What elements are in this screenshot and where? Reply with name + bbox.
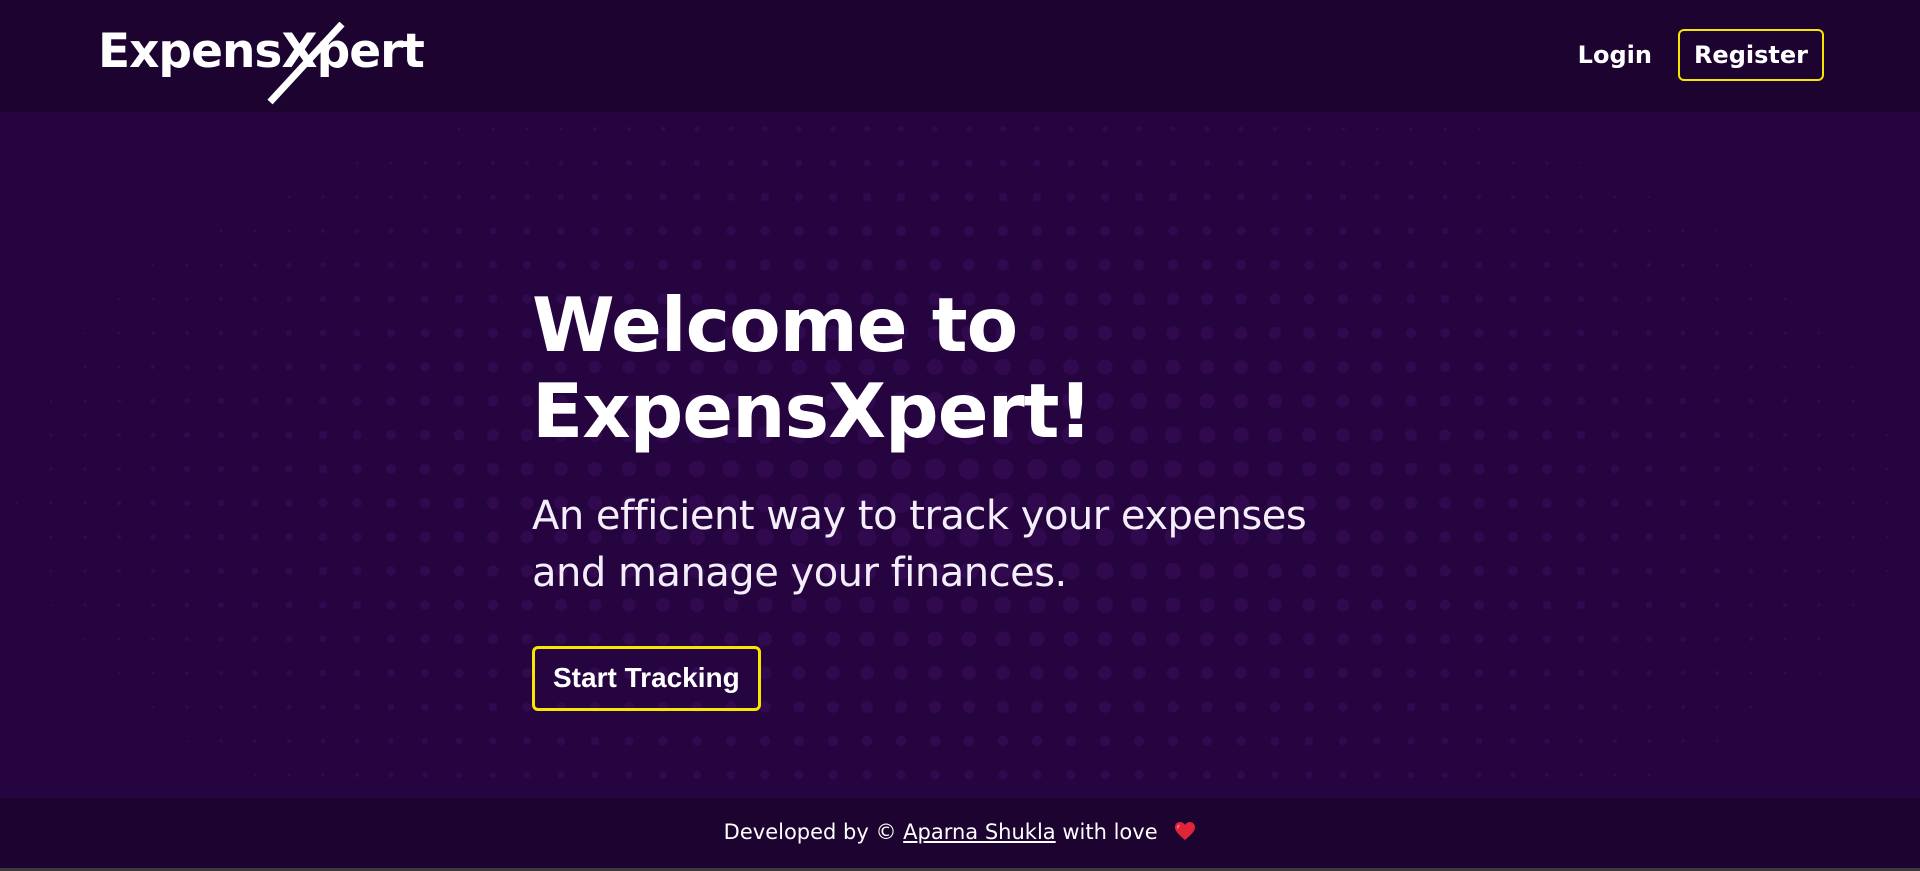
footer-prefix: Developed by © (723, 820, 897, 844)
auth-nav: Login Register (1578, 29, 1824, 81)
top-navbar: ExpensXpert Login Register (0, 0, 1920, 112)
hero-title: Welcome to ExpensXpert! (532, 282, 1432, 454)
hero-subtitle: An efficient way to track your expenses … (532, 493, 1307, 596)
brand-logo[interactable]: ExpensXpert (98, 22, 428, 106)
author-link[interactable]: Aparna Shukla (903, 820, 1056, 844)
footer-suffix: with love (1062, 820, 1158, 844)
register-button[interactable]: Register (1677, 29, 1824, 81)
logo-text: ExpensXpert (98, 24, 425, 79)
hero-title-line2: ExpensXpert! (532, 367, 1093, 455)
hero-section: Welcome to ExpensXpert! An efficient way… (0, 112, 1920, 798)
footer-credit: Developed by © Aparna Shukla with love (0, 820, 1920, 844)
heart-icon (1175, 822, 1196, 840)
start-tracking-button[interactable]: Start Tracking (532, 646, 761, 711)
footer: Developed by © Aparna Shukla with love (0, 798, 1920, 871)
login-link[interactable]: Login (1578, 41, 1652, 69)
landing-page: ExpensXpert Login Register Welcome to Ex… (0, 0, 1920, 871)
hero-title-line1: Welcome to (532, 281, 1018, 369)
hero-content: Welcome to ExpensXpert! An efficient way… (532, 282, 1432, 711)
